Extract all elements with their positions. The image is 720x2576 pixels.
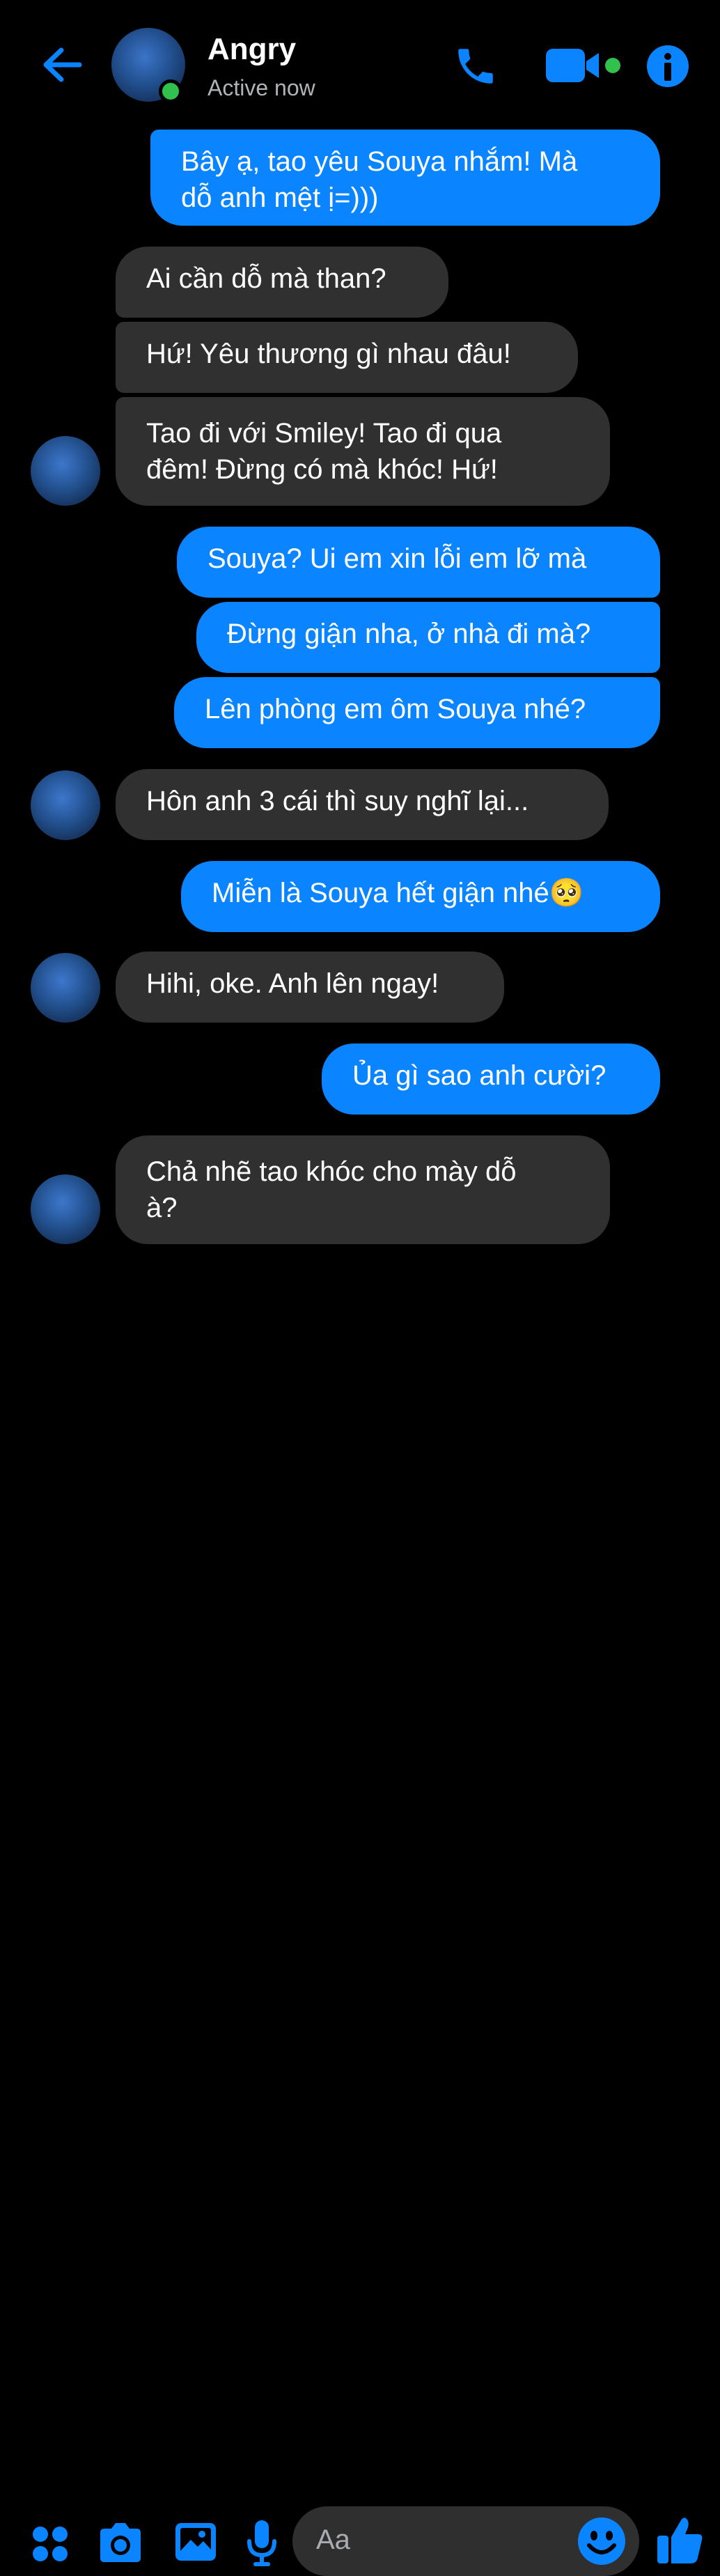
- incoming-message[interactable]: Hứ! Yêu thương gì nhau đâu!: [116, 322, 578, 393]
- incoming-message[interactable]: Ai cần dỗ mà than?: [116, 247, 448, 318]
- message-line: Lên phòng em ôm Souya nhé?: [205, 694, 586, 724]
- message-line: Chả nhẽ tao khóc cho mày dỗ: [146, 1156, 517, 1187]
- outgoing-message[interactable]: Souya? Ui em xin lỗi em lỡ mà: [177, 527, 660, 598]
- contact-avatar-small[interactable]: [31, 1174, 100, 1244]
- image-icon[interactable]: [174, 2520, 217, 2563]
- contact-avatar-small[interactable]: [31, 953, 100, 1023]
- message-line: Hôn anh 3 cái thì suy nghĩ lại...: [146, 786, 529, 816]
- phone-icon[interactable]: [453, 43, 499, 89]
- outgoing-message[interactable]: Ủa gì sao anh cười?: [322, 1043, 660, 1115]
- incoming-message[interactable]: Tao đi với Smiley! Tao đi qua đêm! Đừng …: [116, 397, 610, 506]
- message-line: Bây ạ, tao yêu Souya nhắm! Mà: [181, 146, 578, 177]
- camera-icon[interactable]: [97, 2522, 143, 2563]
- message-line: Ủa gì sao anh cười?: [352, 1060, 606, 1091]
- message-input-placeholder: Aa: [316, 2524, 350, 2555]
- message-line: Hihi, oke. Anh lên ngay!: [146, 968, 439, 999]
- contact-name[interactable]: Angry: [208, 32, 296, 67]
- online-indicator: [159, 79, 182, 103]
- info-icon[interactable]: [646, 45, 689, 88]
- outgoing-message[interactable]: Lên phòng em ôm Souya nhé?: [174, 677, 660, 748]
- contact-avatar-small[interactable]: [31, 436, 100, 506]
- composer-bar: Aa: [0, 1247, 720, 2576]
- video-camera-icon[interactable]: [545, 46, 625, 85]
- contact-status: Active now: [208, 75, 315, 100]
- microphone-icon[interactable]: [245, 2519, 279, 2568]
- message-line: Miễn là Souya hết giận nhé🥺: [212, 878, 584, 908]
- message-line: Đừng giận nha, ở nhà đi mà?: [227, 619, 591, 649]
- back-arrow-icon[interactable]: [39, 42, 85, 88]
- message-line: Tao đi với Smiley! Tao đi qua: [146, 418, 502, 449]
- chat-header: Angry Active now: [0, 0, 720, 125]
- message-line: à?: [146, 1193, 178, 1223]
- message-line: Ai cần dỗ mà than?: [146, 263, 386, 294]
- outgoing-message[interactable]: Bây ạ, tao yêu Souya nhắm! Mà dỗ anh mệt…: [150, 130, 660, 226]
- message-line: Souya? Ui em xin lỗi em lỡ mà: [208, 543, 587, 574]
- thumbs-up-icon[interactable]: [656, 2516, 703, 2565]
- contact-avatar-small[interactable]: [31, 770, 100, 840]
- apps-icon[interactable]: [31, 2524, 70, 2563]
- outgoing-message[interactable]: Miễn là Souya hết giận nhé🥺: [181, 861, 660, 932]
- incoming-message[interactable]: Chả nhẽ tao khóc cho mày dỗ à?: [116, 1135, 610, 1244]
- message-line: đêm! Đừng có mà khóc! Hứ!: [146, 454, 498, 485]
- incoming-message[interactable]: Hôn anh 3 cái thì suy nghĩ lại...: [116, 769, 609, 840]
- message-line: Hứ! Yêu thương gì nhau đâu!: [146, 339, 511, 369]
- incoming-message[interactable]: Hihi, oke. Anh lên ngay!: [116, 952, 504, 1023]
- outgoing-message[interactable]: Đừng giận nha, ở nhà đi mà?: [196, 602, 660, 673]
- message-line: dỗ anh mệt ị=))): [181, 183, 379, 213]
- emoji-icon[interactable]: [577, 2516, 627, 2566]
